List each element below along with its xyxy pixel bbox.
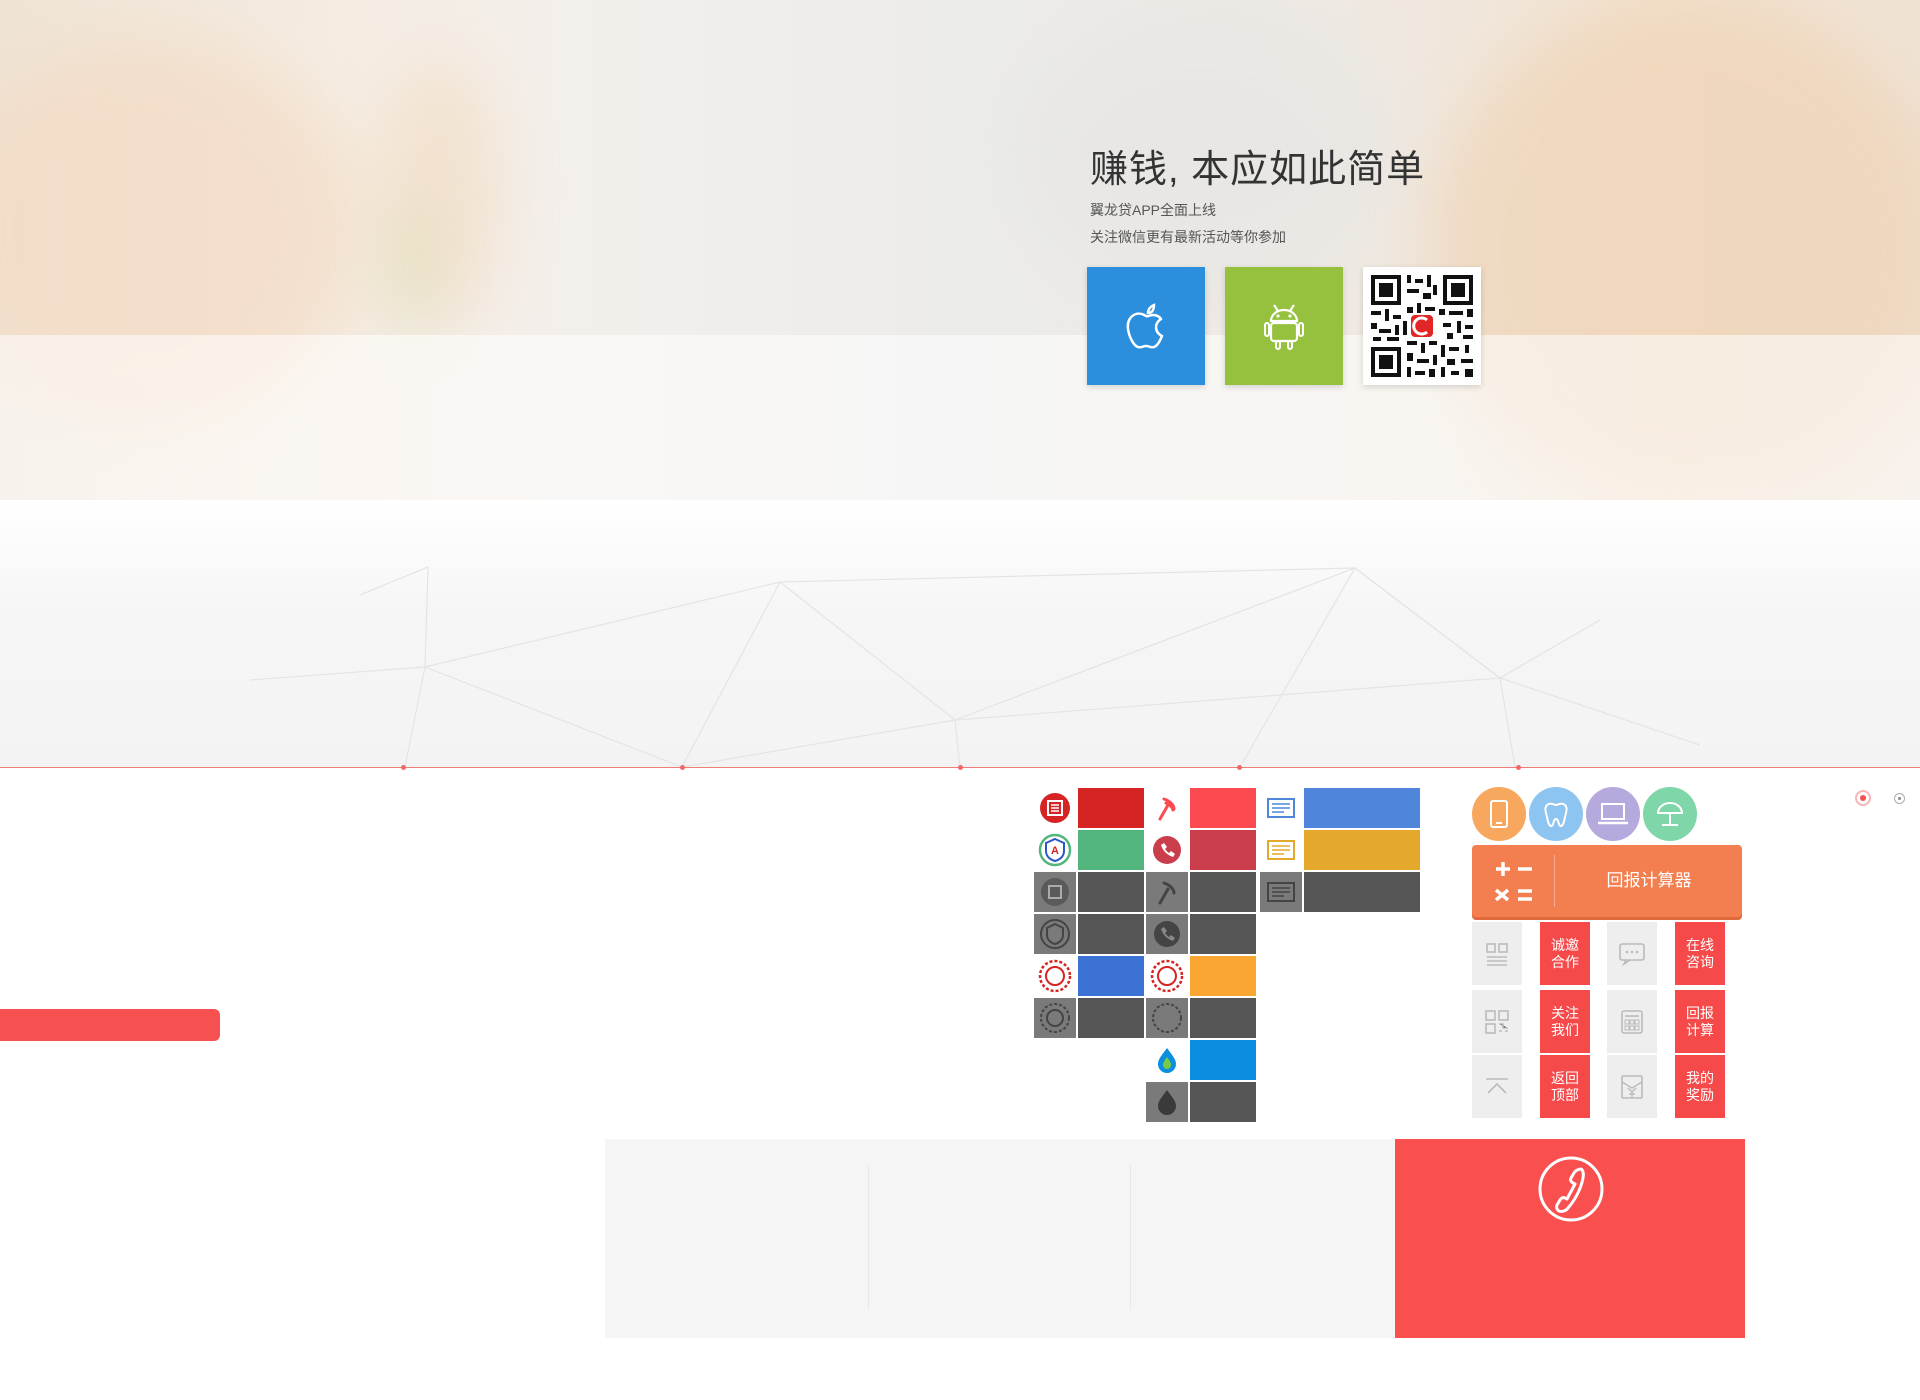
decorative-polygon-band [0, 500, 1920, 768]
phone-guard-badge[interactable] [1146, 830, 1256, 870]
security-badge-green[interactable]: A [1034, 830, 1144, 870]
phone-guard-icon-grey [1146, 914, 1188, 954]
torch-icon [1146, 788, 1188, 828]
cooperate-label: 诚邀合作 [1551, 936, 1579, 970]
qr-icon-tile[interactable] [1472, 990, 1522, 1053]
calculator-icon [1494, 862, 1532, 902]
credit-badge-red[interactable] [1034, 788, 1144, 828]
apple-icon [1126, 303, 1164, 349]
calculator-small-icon [1621, 1009, 1643, 1034]
my-reward-button[interactable]: 我的奖励 [1675, 1055, 1725, 1118]
trust-seal-badge-blue[interactable] [1034, 956, 1144, 996]
trust-seal-badge-grey[interactable] [1146, 998, 1256, 1038]
certificate-icon-grey [1260, 872, 1302, 912]
slide-indicator-active[interactable] [1855, 790, 1871, 806]
water-drop-icon-grey [1146, 1082, 1188, 1122]
return-calculator-button[interactable]: 回报计算器 [1472, 845, 1742, 917]
certificate-badge-blue[interactable] [1260, 788, 1420, 828]
beach-umbrella-icon [1656, 802, 1684, 826]
tooth-icon [1544, 802, 1568, 828]
reward-icon [1621, 1074, 1643, 1099]
alliance-icon-tile[interactable] [1472, 922, 1522, 985]
divider-dot [1516, 765, 1521, 770]
hero-subtitle-wechat: 关注微信更有最新活动等你参加 [1090, 229, 1286, 245]
hero-banner [0, 0, 1920, 500]
return-calc-button[interactable]: 回报计算 [1675, 990, 1725, 1053]
trust-seal-icon [1146, 956, 1188, 996]
phone-guard-badge-grey[interactable] [1146, 914, 1256, 954]
trust-seal-badge-orange[interactable] [1146, 956, 1256, 996]
category-laptop[interactable] [1586, 787, 1640, 841]
category-phone[interactable] [1472, 787, 1526, 841]
online-consult-button[interactable]: 在线咨询 [1675, 922, 1725, 985]
water-drop-badge-grey[interactable] [1146, 1082, 1256, 1122]
ios-download-button[interactable] [1087, 267, 1205, 385]
android-download-button[interactable] [1225, 267, 1343, 385]
follow-us-label: 关注我们 [1551, 1004, 1579, 1038]
cooperate-button[interactable]: 诚邀合作 [1540, 922, 1590, 985]
hotline-panel[interactable] [1395, 1139, 1745, 1338]
trust-seal-icon [1034, 956, 1076, 996]
my-reward-label: 我的奖励 [1686, 1069, 1714, 1103]
divider-dot [1237, 765, 1242, 770]
hero-title: 赚钱, 本应如此简单 [1090, 149, 1426, 191]
android-icon [1264, 304, 1304, 350]
torch-icon-grey [1146, 872, 1188, 912]
shield-a-icon: A [1034, 830, 1076, 870]
wechat-qr-code [1363, 267, 1481, 385]
chat-icon-tile[interactable] [1607, 922, 1657, 985]
water-drop-badge-blue[interactable] [1146, 1040, 1256, 1080]
credit-badge-icon-grey [1034, 872, 1076, 912]
qr-code-icon [1371, 275, 1473, 377]
reward-icon-tile[interactable] [1607, 1055, 1657, 1118]
divider-dot [680, 765, 685, 770]
category-tooth[interactable] [1529, 787, 1583, 841]
arrow-up-icon [1486, 1077, 1508, 1094]
torch-badge-red[interactable] [1146, 788, 1256, 828]
back-to-top-label: 返回顶部 [1551, 1069, 1579, 1103]
svg-text:A: A [1051, 845, 1059, 857]
online-consult-label: 在线咨询 [1686, 936, 1714, 970]
laptop-icon [1598, 803, 1628, 825]
panel-divider [1130, 1165, 1131, 1310]
phone-icon [1538, 1156, 1604, 1222]
slide-indicator[interactable] [1894, 793, 1905, 804]
shield-a-icon-grey [1034, 914, 1076, 954]
chat-icon [1619, 942, 1645, 966]
hero-subtitle: 翼龙贷APP全面上线 [1090, 202, 1217, 218]
torch-badge-grey[interactable] [1146, 872, 1256, 912]
panel-divider [868, 1165, 869, 1310]
trust-seal-icon-grey [1034, 998, 1076, 1038]
trust-seal-badge-grey[interactable] [1034, 998, 1144, 1038]
credit-badge-grey[interactable] [1034, 872, 1144, 912]
progress-bar [0, 1009, 220, 1041]
calculator-icon-tile[interactable] [1607, 990, 1657, 1053]
water-drop-icon [1146, 1040, 1188, 1080]
certificate-badge-grey[interactable] [1260, 872, 1420, 912]
info-panel [605, 1139, 1395, 1338]
certificate-icon [1260, 788, 1302, 828]
security-badge-grey[interactable] [1034, 914, 1144, 954]
certificate-badge-gold[interactable] [1260, 830, 1420, 870]
category-beach[interactable] [1643, 787, 1697, 841]
calculator-label: 回报计算器 [1606, 871, 1692, 890]
return-calc-label: 回报计算 [1686, 1004, 1714, 1038]
phone-icon [1490, 800, 1508, 828]
divider-dot [958, 765, 963, 770]
arrow-up-icon-tile[interactable] [1472, 1055, 1522, 1118]
phone-guard-icon [1146, 830, 1188, 870]
alliance-icon [1486, 942, 1508, 966]
divider-dot [401, 765, 406, 770]
follow-us-button[interactable]: 关注我们 [1540, 990, 1590, 1053]
trust-seal-icon-grey [1146, 998, 1188, 1038]
qr-icon [1485, 1009, 1509, 1034]
certificate-icon [1260, 830, 1302, 870]
credit-badge-icon [1034, 788, 1076, 828]
back-to-top-button[interactable]: 返回顶部 [1540, 1055, 1590, 1118]
